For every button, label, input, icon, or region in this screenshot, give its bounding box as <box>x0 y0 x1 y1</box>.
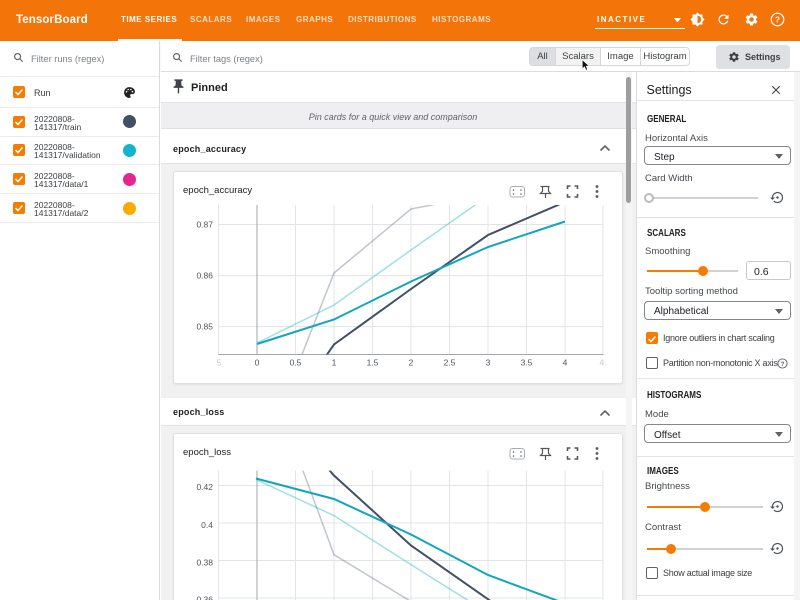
svg-text:2: 2 <box>409 358 414 368</box>
svg-text:0.36: 0.36 <box>196 595 213 600</box>
svg-text:0.38: 0.38 <box>196 558 213 568</box>
svg-text:0.85: 0.85 <box>196 322 213 332</box>
svg-text:?: ? <box>775 16 780 25</box>
svg-text:1: 1 <box>332 358 337 368</box>
svg-text:1.5: 1.5 <box>367 358 379 368</box>
svg-text:3: 3 <box>486 358 491 368</box>
svg-text:0.4: 0.4 <box>201 520 213 530</box>
svg-text:4: 4 <box>563 358 568 368</box>
svg-text:?: ? <box>780 360 784 367</box>
svg-text:0.42: 0.42 <box>196 482 213 492</box>
svg-text:3.5: 3.5 <box>521 358 533 368</box>
svg-text:0.5: 0.5 <box>290 358 302 368</box>
svg-text:4.: 4. <box>599 358 606 368</box>
svg-text:0.87: 0.87 <box>196 220 213 230</box>
svg-text:0: 0 <box>255 358 260 368</box>
svg-text:5: 5 <box>217 358 222 368</box>
svg-text:2.5: 2.5 <box>444 358 456 368</box>
svg-text:0.86: 0.86 <box>196 271 213 281</box>
